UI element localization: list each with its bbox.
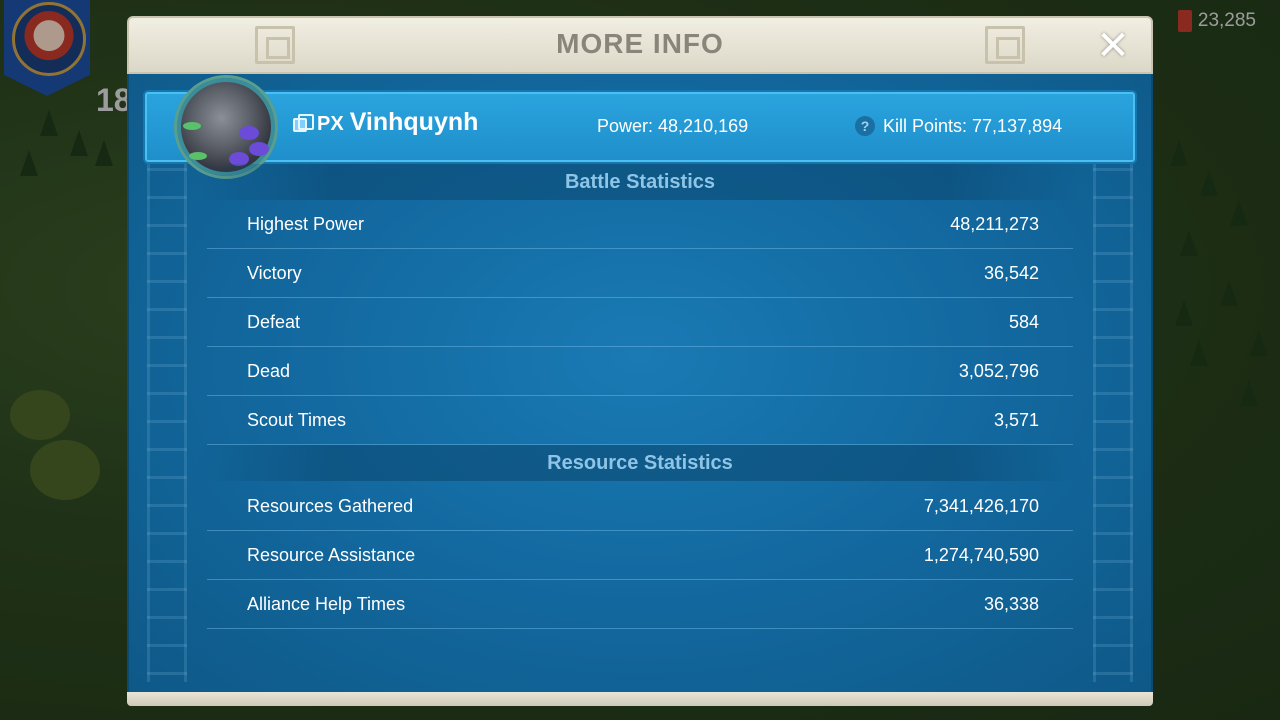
flower-decoration — [239, 126, 259, 140]
leaf-decoration — [189, 152, 207, 160]
player-name-text: Vinhquynh — [349, 108, 479, 136]
stat-value: 36,338 — [983, 594, 1039, 614]
player-name: PX Vinhquynh — [317, 108, 478, 137]
stat-value: 584 — [1008, 312, 1039, 332]
more-info-dialog: MORE INFO ✕ PX Vinhquynh Power: 48,210,16… — [127, 16, 1153, 706]
stat-value: 48,211,273 — [950, 214, 1039, 234]
dialog-title: MORE INFO — [556, 28, 724, 59]
stat-label: Resources Gathered — [247, 496, 414, 516]
stat-row-resources-gathered: Resources Gathered 7,341,426,170 — [207, 482, 1073, 531]
flower-decoration — [249, 142, 269, 156]
meander-border-left — [147, 162, 187, 682]
leaf-decoration — [183, 122, 201, 130]
dialog-bottom-edge — [127, 692, 1153, 706]
stat-value: 7,341,426,170 — [923, 496, 1039, 516]
stat-label: Highest Power — [247, 214, 365, 234]
stat-label: Resource Assistance — [247, 545, 416, 565]
battle-statistics-header: Battle Statistics — [197, 164, 1083, 200]
stat-value: 36,542 — [983, 263, 1039, 283]
stat-row-alliance-help-times: Alliance Help Times 36,338 — [207, 580, 1073, 629]
resource-statistics-header: Resource Statistics — [197, 445, 1083, 481]
stat-value: 3,571 — [993, 410, 1039, 430]
stat-label: Victory — [247, 263, 302, 283]
stat-label: Dead — [247, 361, 291, 381]
alliance-tag: PX — [317, 113, 344, 135]
stat-row-scout-times: Scout Times 3,571 — [207, 396, 1073, 445]
stat-label: Scout Times — [247, 410, 347, 430]
stat-row-resource-assistance: Resource Assistance 1,274,740,590 — [207, 531, 1073, 580]
player-info-bar: PX Vinhquynh Power: 48,210,169 ? Kill Poi… — [145, 78, 1135, 176]
stat-value: 3,052,796 — [958, 361, 1039, 381]
stat-row-dead: Dead 3,052,796 — [207, 347, 1073, 396]
stat-value: 1,274,740,590 — [923, 545, 1039, 565]
stat-row-highest-power: Highest Power 48,211,273 — [207, 200, 1073, 249]
stat-row-victory: Victory 36,542 — [207, 249, 1073, 298]
meander-border-right — [1093, 162, 1133, 682]
player-avatar[interactable] — [177, 78, 275, 176]
stat-label: Defeat — [247, 312, 301, 332]
help-icon[interactable]: ? — [855, 116, 875, 136]
stat-row-defeat: Defeat 584 — [207, 298, 1073, 347]
copy-icon[interactable] — [293, 114, 314, 132]
dialog-title-bar: MORE INFO ✕ — [127, 16, 1153, 74]
stat-label: Alliance Help Times — [247, 594, 406, 614]
close-button[interactable]: ✕ — [1093, 26, 1133, 66]
power-value: Power: 48,210,169 — [597, 116, 749, 136]
kill-points-value: Kill Points: 77,137,894 — [883, 116, 1063, 136]
